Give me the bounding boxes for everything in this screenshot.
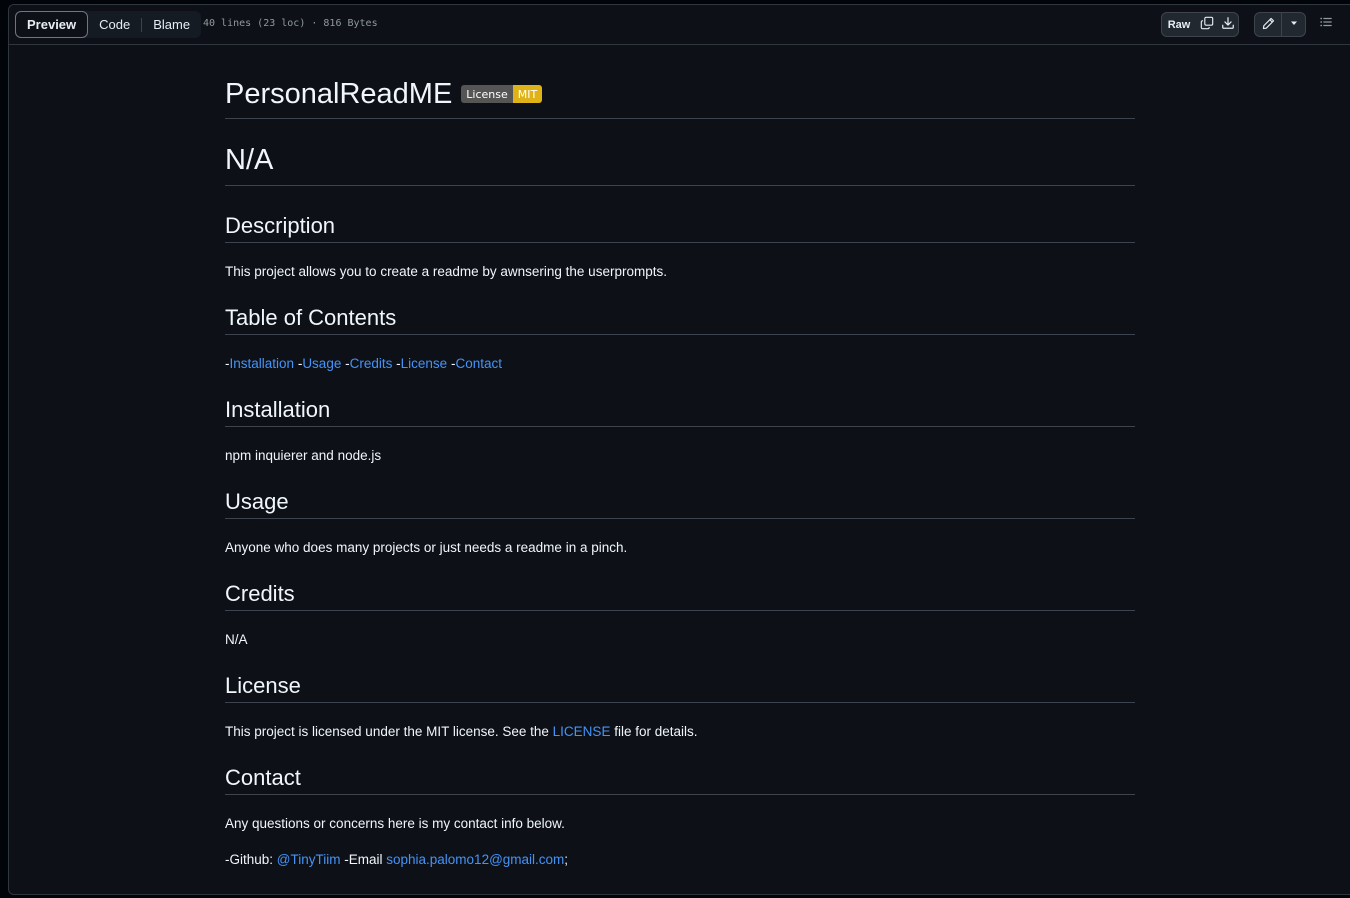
credits-text: N/A <box>225 632 248 647</box>
github-link[interactable]: @TinyTiim <box>277 852 341 867</box>
email-link[interactable]: sophia.palomo12@gmail.com <box>386 852 564 867</box>
code-tab[interactable]: Code <box>88 11 141 38</box>
usage-heading: Usage <box>225 489 1135 519</box>
download-icon <box>1221 16 1235 33</box>
description-heading: Description <box>225 213 1135 243</box>
github-label: -Github: <box>225 852 277 867</box>
pencil-icon <box>1262 17 1275 33</box>
installation-text: npm inquierer and node.js <box>225 448 382 463</box>
copy-raw-button[interactable] <box>1196 13 1217 36</box>
toc-heading: Table of Contents <box>225 305 1135 335</box>
toc-links: -Installation -Usage -Credits -License -… <box>225 356 502 371</box>
file-viewer: Preview Code Blame 40 lines (23 loc) · 8… <box>8 4 1350 895</box>
badge-value: MIT <box>512 85 543 103</box>
file-toolbar: Preview Code Blame 40 lines (23 loc) · 8… <box>9 5 1350 45</box>
description-text: This project allows you to create a read… <box>225 264 667 279</box>
edit-file-button[interactable] <box>1255 13 1281 36</box>
subtitle-heading: N/A <box>225 144 1135 186</box>
contact-links: -Github: @TinyTiim -Email sophia.palomo1… <box>225 852 568 867</box>
outline-button[interactable] <box>1316 14 1336 34</box>
email-label: -Email <box>340 852 387 867</box>
contact-text: Any questions or concerns here is my con… <box>225 816 565 831</box>
license-file-link[interactable]: LICENSE <box>553 724 611 739</box>
toc-link-license[interactable]: License <box>401 356 448 371</box>
credits-heading-text: Credits <box>225 581 295 606</box>
license-heading-text: License <box>225 673 301 698</box>
license-heading: License <box>225 673 1135 703</box>
raw-actions-group: Raw <box>1161 12 1239 37</box>
subtitle-text: N/A <box>225 144 274 176</box>
readme-title-row: PersonalReadME License MIT <box>225 77 1135 119</box>
credits-heading: Credits <box>225 581 1135 611</box>
page-title: PersonalReadME <box>225 77 453 110</box>
preview-tab[interactable]: Preview <box>15 11 89 38</box>
trailing-semicolon: ; <box>564 852 569 867</box>
installation-heading: Installation <box>225 397 1135 427</box>
edit-options-dropdown[interactable] <box>1281 13 1305 36</box>
installation-heading-text: Installation <box>225 397 331 422</box>
badge-label: License <box>461 85 513 103</box>
blame-tab[interactable]: Blame <box>142 11 201 38</box>
license-text: This project is licensed under the MIT l… <box>225 724 698 739</box>
contact-heading: Contact <box>225 765 1135 795</box>
edit-actions-group <box>1254 12 1306 37</box>
copy-icon <box>1200 16 1214 33</box>
usage-heading-text: Usage <box>225 489 289 514</box>
triangle-down-icon <box>1289 18 1299 31</box>
license-text-after: file for details. <box>610 724 698 739</box>
license-text-before: This project is licensed under the MIT l… <box>225 724 553 739</box>
file-info: 40 lines (23 loc) · 816 Bytes <box>203 18 378 29</box>
toc-link-usage[interactable]: Usage <box>302 356 341 371</box>
list-unordered-icon <box>1319 15 1333 34</box>
view-mode-switcher: Preview Code Blame <box>15 11 202 38</box>
usage-text: Anyone who does many projects or just ne… <box>225 540 628 555</box>
download-raw-button[interactable] <box>1218 13 1238 36</box>
toc-link-contact[interactable]: Contact <box>455 356 502 371</box>
license-badge: License MIT <box>461 85 543 103</box>
raw-button[interactable]: Raw <box>1162 13 1196 36</box>
toc-link-installation[interactable]: Installation <box>230 356 295 371</box>
toc-link-credits[interactable]: Credits <box>350 356 393 371</box>
description-heading-text: Description <box>225 213 336 238</box>
contact-heading-text: Contact <box>225 765 301 790</box>
toc-heading-text: Table of Contents <box>225 305 397 330</box>
